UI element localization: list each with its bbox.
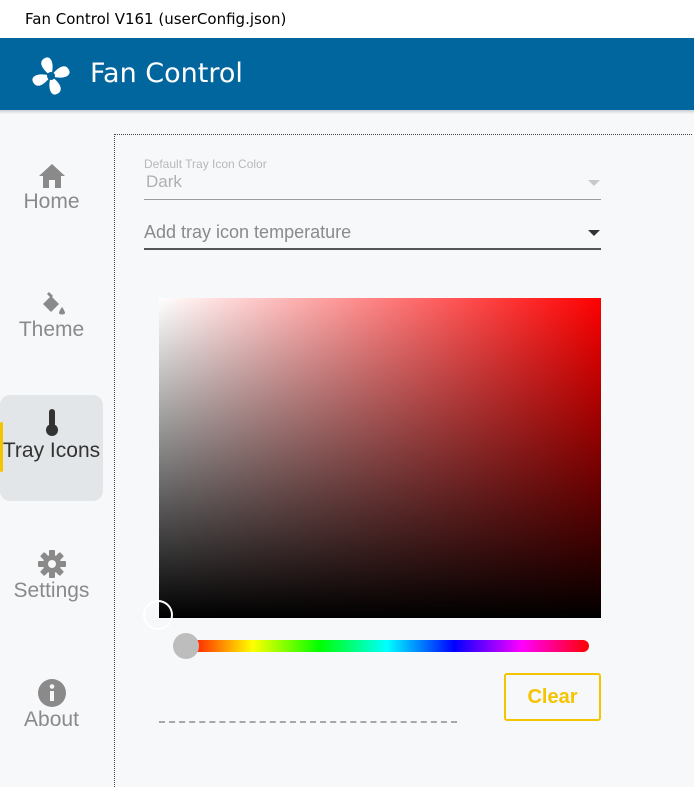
sidebar-item-label: Settings: [13, 579, 90, 602]
clear-button[interactable]: Clear: [504, 673, 601, 721]
color-picker-handle[interactable]: [143, 600, 173, 630]
sidebar-item-tray-icons[interactable]: Tray Icons: [0, 395, 103, 501]
gear-icon: [37, 550, 66, 578]
sidebar-item-label: About: [24, 708, 79, 731]
hue-slider-thumb[interactable]: [173, 633, 199, 659]
sidebar-item-label: Theme: [18, 318, 85, 341]
info-icon: [37, 679, 66, 707]
sidebar-item-home[interactable]: Home: [0, 162, 103, 232]
chevron-down-icon[interactable]: [588, 180, 600, 186]
sidebar-item-label: Home: [23, 190, 80, 213]
chevron-down-icon[interactable]: [588, 230, 600, 236]
active-indicator: [0, 422, 3, 472]
default-tray-color-underline: [144, 199, 601, 200]
paint-bucket-icon: [42, 291, 65, 315]
add-tray-temperature-select[interactable]: Add tray icon temperature: [144, 222, 351, 243]
home-icon: [38, 164, 65, 188]
default-tray-color-label: Default Tray Icon Color: [144, 157, 267, 171]
app-title: Fan Control: [90, 58, 243, 89]
sidebar-item-label: Tray Icons: [2, 439, 101, 462]
sidebar-item-about[interactable]: About: [0, 678, 103, 748]
add-tray-temperature-underline: [144, 248, 601, 250]
window-title: Fan Control V161 (userConfig.json): [0, 0, 694, 38]
color-value-field[interactable]: [159, 721, 457, 723]
sidebar-item-theme[interactable]: Theme: [0, 290, 103, 360]
default-tray-color-select[interactable]: Dark: [146, 172, 182, 192]
app-header: Fan Control: [0, 38, 694, 110]
fan-icon: [32, 57, 70, 95]
hue-slider[interactable]: [185, 640, 589, 652]
sidebar-item-settings[interactable]: Settings: [0, 549, 103, 619]
color-saturation-picker[interactable]: [143, 298, 601, 630]
thermometer-icon: [45, 409, 58, 436]
sidebar: Home Theme Tray Icons Settings About: [0, 114, 112, 787]
